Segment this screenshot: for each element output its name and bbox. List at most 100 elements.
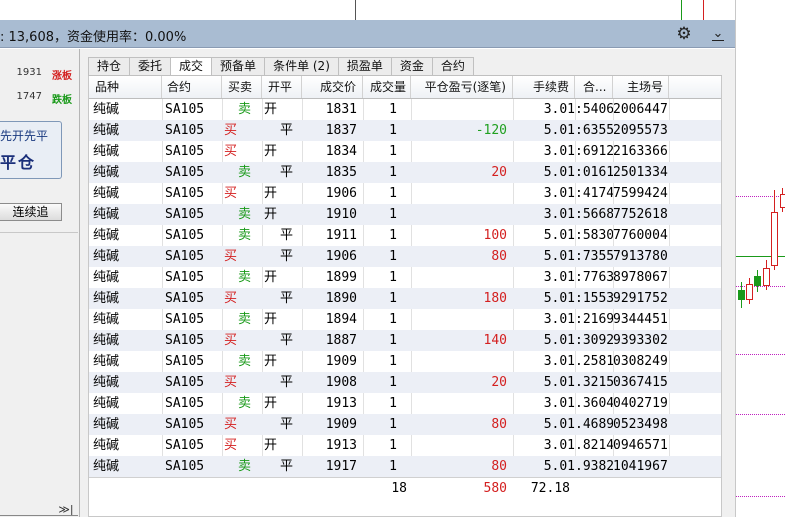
cell-contract: SA105 — [165, 396, 205, 411]
trade-panel: 持仓 委托 成交 预备单 条件单 (2) 损盈单 资金 合约 品种 合约 买卖 … — [80, 49, 735, 517]
cell-fee: 3.01 — [543, 186, 575, 201]
tab-contracts[interactable]: 合约 — [432, 57, 474, 76]
cell-side: 买 — [224, 144, 238, 159]
column-header-variety[interactable]: 品种 — [89, 76, 162, 98]
table-row[interactable]: 纯碱 SA105 买 开 1913 1 3.01.8214 0946571 — [89, 435, 721, 456]
chart-divider — [355, 0, 356, 20]
cell-main-no: 2095573 — [613, 123, 668, 138]
table-row[interactable]: 纯碱 SA105 卖开 1910 1 3.01:5668 7752618 — [89, 204, 721, 225]
cell-close-pnl: 180 — [483, 291, 507, 306]
tab-bar: 持仓 委托 成交 预备单 条件单 (2) 损盈单 资金 合约 — [88, 57, 474, 76]
tab-stop-orders[interactable]: 损盈单 — [338, 57, 392, 76]
cell-price: 1837 — [325, 123, 357, 138]
cell-open-close: 开 — [264, 207, 278, 222]
column-header-main-no[interactable]: 主场号 — [613, 76, 669, 98]
cell-side: 卖 — [238, 354, 252, 369]
cell-variety: 纯碱 — [93, 102, 120, 117]
cell-open-close: 开 — [264, 270, 278, 285]
cell-side: 买 — [224, 438, 238, 453]
cell-side: 卖 — [238, 207, 252, 222]
cell-main-no: 0308249 — [613, 354, 668, 369]
table-row[interactable]: 纯碱 SA105 买 平 1887 1 140 5.01:3092 9393302 — [89, 330, 721, 351]
column-header-close-pnl[interactable]: 平仓盈亏(逐笔) — [411, 76, 513, 98]
cell-close-pnl — [411, 99, 513, 120]
table-row[interactable]: 纯碱 SA105 买 平 1906 1 80 5.01:7355 7913780 — [89, 246, 721, 267]
cell-contract: SA105 — [165, 270, 205, 285]
tab-trades[interactable]: 成交 — [171, 57, 213, 76]
table-row[interactable]: 纯碱 SA105 买 开 1906 1 3.01:4174 7599424 — [89, 183, 721, 204]
table-row[interactable]: 纯碱 SA105 买 平 1908 1 20 5.01.3215 0367415 — [89, 372, 721, 393]
cell-close-pnl — [411, 204, 513, 225]
cell-side: 买 — [224, 123, 238, 138]
cell-close-pnl: 80 — [491, 249, 507, 264]
cell-volume: 1 — [389, 165, 397, 180]
cell-main-no: 0946571 — [613, 438, 668, 453]
chart-divider — [681, 0, 682, 20]
tab-conditional-orders[interactable]: 条件单 (2) — [265, 57, 339, 76]
cell-contract: SA105 — [165, 459, 205, 474]
cell-fee: 5.01 — [543, 291, 575, 306]
column-header-contract-no[interactable]: 合... — [575, 76, 613, 98]
tab-funds[interactable]: 资金 — [391, 57, 433, 76]
cell-contract-no: .8214 — [575, 438, 613, 453]
close-position-button[interactable]: 先开先平 平仓 — [0, 121, 62, 179]
table-row[interactable]: 纯碱 SA105 卖开 1899 1 3.01:7763 8978067 — [89, 267, 721, 288]
tab-positions[interactable]: 持仓 — [88, 57, 131, 76]
column-header-side[interactable]: 买卖 — [222, 76, 262, 98]
limit-up-label: 涨板 — [52, 71, 72, 82]
total-close-pnl: 580 — [483, 481, 507, 496]
cell-contract-no: :5406 — [575, 102, 613, 117]
cell-price: 1831 — [325, 102, 357, 117]
column-header-open-close[interactable]: 开平 — [262, 76, 302, 98]
cell-price: 1917 — [325, 459, 357, 474]
cell-open-close: 平 — [280, 165, 294, 180]
continuous-chase-button[interactable]: 连续追 — [0, 203, 62, 221]
table-row[interactable]: 纯碱 SA105 买 平 1909 1 80 5.01.4689 0523498 — [89, 414, 721, 435]
cell-volume: 1 — [389, 249, 397, 264]
background-chart — [735, 0, 785, 517]
table-row[interactable]: 纯碱 SA105 买 平 1890 1 180 5.01:1553 9291752 — [89, 288, 721, 309]
table-row[interactable]: 纯碱 SA105 买 平 1837 1 -120 5.01:6355 2095573 — [89, 120, 721, 141]
cell-fee: 5.01 — [543, 375, 575, 390]
chevron-down-icon[interactable]: ⌄ — [708, 24, 728, 44]
limit-down-row: 1747 跌板 — [0, 89, 78, 106]
cell-main-no: 2006447 — [613, 102, 668, 117]
cell-variety: 纯碱 — [93, 144, 120, 159]
table-row[interactable]: 纯碱 SA105 卖 平 1835 1 20 5.01:0161 2501334 — [89, 162, 721, 183]
cell-variety: 纯碱 — [93, 291, 120, 306]
trades-table: 品种 合约 买卖 开平 成交价 成交量 平仓盈亏(逐笔) 手续费 合... 主场… — [88, 76, 722, 517]
tab-prepared-orders[interactable]: 预备单 — [212, 57, 266, 76]
table-row[interactable]: 纯碱 SA105 卖开 1831 1 3.01:5406 2006447 — [89, 99, 721, 120]
cell-close-pnl: -120 — [475, 123, 507, 138]
tab-orders[interactable]: 委托 — [130, 57, 172, 76]
table-row[interactable]: 纯碱 SA105 卖 平 1911 1 100 5.01:5830 7760004 — [89, 225, 721, 246]
cell-variety: 纯碱 — [93, 354, 120, 369]
table-row[interactable]: 纯碱 SA105 卖开 1894 1 3.01:2169 9344451 — [89, 309, 721, 330]
cell-price: 1890 — [325, 291, 357, 306]
cell-contract: SA105 — [165, 438, 205, 453]
cell-fee: 5.01 — [543, 333, 575, 348]
cell-variety: 纯碱 — [93, 228, 120, 243]
cell-contract: SA105 — [165, 249, 205, 264]
cell-fee: 3.01 — [543, 312, 575, 327]
cell-volume: 1 — [389, 102, 397, 117]
table-row[interactable]: 纯碱 SA105 卖 平 1917 1 80 5.01.9382 1041967 — [89, 456, 721, 477]
gear-icon[interactable]: ⚙ — [674, 24, 694, 44]
cell-price: 1911 — [325, 228, 357, 243]
table-row[interactable]: 纯碱 SA105 卖开 1909 1 3.01.2581 0308249 — [89, 351, 721, 372]
cell-open-close: 开 — [264, 438, 278, 453]
cell-contract: SA105 — [165, 333, 205, 348]
cell-volume: 1 — [389, 417, 397, 432]
cell-contract: SA105 — [165, 165, 205, 180]
column-header-volume[interactable]: 成交量 — [363, 76, 411, 98]
cell-fee: 5.01 — [543, 459, 575, 474]
column-header-contract[interactable]: 合约 — [162, 76, 222, 98]
chart-level-line — [736, 414, 785, 415]
cell-open-close: 开 — [264, 186, 278, 201]
cell-open-close: 开 — [264, 312, 278, 327]
table-row[interactable]: 纯碱 SA105 买 开 1834 1 3.01:6912 2163366 — [89, 141, 721, 162]
total-fee: 72.18 — [530, 481, 570, 496]
table-row[interactable]: 纯碱 SA105 卖开 1913 1 3.01.3604 0402719 — [89, 393, 721, 414]
column-header-price[interactable]: 成交价 — [302, 76, 363, 98]
column-header-fee[interactable]: 手续费 — [513, 76, 575, 98]
